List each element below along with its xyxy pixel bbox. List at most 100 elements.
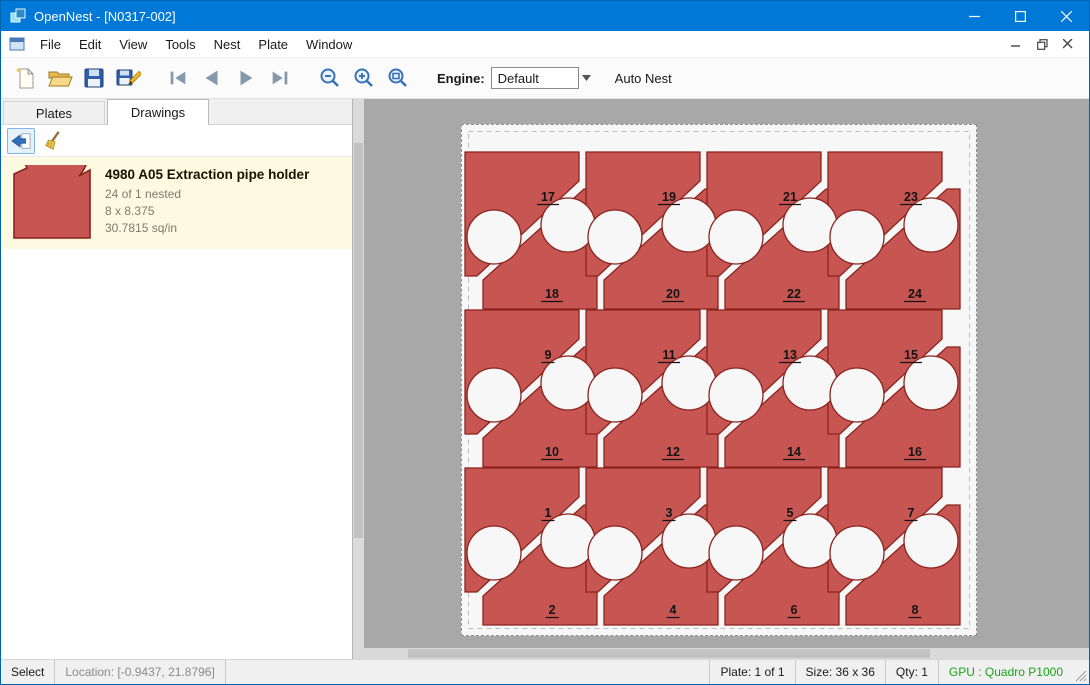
part-hole <box>588 210 642 264</box>
part-hole <box>783 356 837 410</box>
last-plate-button[interactable] <box>263 62 297 94</box>
return-part-button[interactable] <box>7 128 35 154</box>
zoom-out-icon <box>318 66 342 90</box>
resize-grip-icon[interactable] <box>1073 668 1087 682</box>
menu-item-nest[interactable]: Nest <box>205 31 250 57</box>
statusbar: Select Location: [-0.9437, 21.8796] Plat… <box>1 659 1089 684</box>
minimize-button[interactable] <box>951 1 997 31</box>
plate-sheet[interactable]: 171819202122232491011121314151612345678 <box>461 124 977 636</box>
part-number: 20 <box>666 287 680 301</box>
open-button[interactable] <box>43 62 77 94</box>
app-icon <box>10 8 26 24</box>
part-number: 4 <box>670 603 677 617</box>
auto-nest-button[interactable]: Auto Nest <box>609 68 678 89</box>
part-number: 7 <box>908 506 915 520</box>
part-number: 22 <box>787 287 801 301</box>
save-as-button[interactable] <box>111 62 145 94</box>
part-number: 16 <box>908 445 922 459</box>
mdi-close-button[interactable] <box>1055 34 1081 54</box>
next-arrow-icon <box>235 67 257 89</box>
last-arrow-icon <box>269 67 291 89</box>
part-number: 14 <box>787 445 801 459</box>
part-number: 17 <box>541 190 555 204</box>
part-number: 15 <box>904 348 918 362</box>
sidebar-tabs: Plates Drawings <box>1 99 352 125</box>
first-plate-button[interactable] <box>161 62 195 94</box>
zoom-in-icon <box>352 66 376 90</box>
drawing-nested-count: 24 of 1 nested <box>105 186 309 203</box>
nest-canvas[interactable]: 171819202122232491011121314151612345678 <box>353 99 1089 659</box>
menu-item-view[interactable]: View <box>110 31 156 57</box>
part-hole <box>904 356 958 410</box>
horizontal-scrollbar-thumb[interactable] <box>408 649 930 658</box>
part-hole <box>662 198 716 252</box>
content-area: Plates Drawings 4980 A05 Extraction pipe… <box>1 99 1089 659</box>
previous-plate-button[interactable] <box>195 62 229 94</box>
status-plate: Plate: 1 of 1 <box>710 660 794 684</box>
titlebar: OpenNest - [N0317-002] <box>1 1 1089 31</box>
new-file-button[interactable] <box>9 62 43 94</box>
mdi-restore-button[interactable] <box>1029 34 1055 54</box>
part-number: 10 <box>545 445 559 459</box>
part-hole <box>830 368 884 422</box>
vertical-scrollbar-thumb[interactable] <box>354 143 363 538</box>
mdi-minimize-button[interactable] <box>1003 34 1029 54</box>
menu-item-plate[interactable]: Plate <box>249 31 297 57</box>
part-hole <box>783 514 837 568</box>
menu-item-tools[interactable]: Tools <box>156 31 204 57</box>
document-window-icon[interactable] <box>9 36 25 52</box>
status-mode: Select <box>1 660 54 684</box>
menu-item-window[interactable]: Window <box>297 31 361 57</box>
zoom-fit-icon <box>386 66 410 90</box>
status-location: Location: [-0.9437, 21.8796] <box>55 660 224 684</box>
tab-plates[interactable]: Plates <box>3 101 105 124</box>
part-hole <box>467 368 521 422</box>
clean-button[interactable] <box>41 128 69 154</box>
vertical-scrollbar[interactable] <box>353 99 364 648</box>
drawing-dimensions: 8 x 8.375 <box>105 203 309 220</box>
part-hole <box>830 526 884 580</box>
back-arrow-icon <box>10 131 32 151</box>
part-hole <box>541 514 595 568</box>
zoom-out-button[interactable] <box>313 62 347 94</box>
part-number: 24 <box>908 287 922 301</box>
menubar: FileEditViewToolsNestPlateWindow <box>1 31 1089 58</box>
part-hole <box>588 368 642 422</box>
part-hole <box>588 526 642 580</box>
part-number: 19 <box>662 190 676 204</box>
menu-item-edit[interactable]: Edit <box>70 31 110 57</box>
tab-drawings[interactable]: Drawings <box>107 99 209 125</box>
maximize-button[interactable] <box>997 1 1043 31</box>
part-hole <box>467 210 521 264</box>
menu-item-file[interactable]: File <box>31 31 70 57</box>
part-hole <box>541 356 595 410</box>
part-number: 18 <box>545 287 559 301</box>
zoom-fit-button[interactable] <box>381 62 415 94</box>
save-button[interactable] <box>77 62 111 94</box>
engine-select[interactable]: Default <box>491 67 579 89</box>
part-number: 13 <box>783 348 797 362</box>
horizontal-scrollbar[interactable] <box>364 648 1089 659</box>
close-button[interactable] <box>1043 1 1089 31</box>
part-hole <box>541 198 595 252</box>
drawing-area: 30.7815 sq/in <box>105 220 309 237</box>
part-hole <box>904 198 958 252</box>
part-hole <box>904 514 958 568</box>
part-number: 21 <box>783 190 797 204</box>
save-edit-icon <box>115 66 141 90</box>
drawing-list-item[interactable]: 4980 A05 Extraction pipe holder 24 of 1 … <box>1 157 352 249</box>
toolbar: Engine: Default Auto Nest <box>1 58 1089 99</box>
new-file-icon <box>14 66 38 90</box>
chevron-down-icon[interactable] <box>579 67 595 89</box>
part-number: 1 <box>545 506 552 520</box>
window-title: OpenNest - [N0317-002] <box>34 9 176 24</box>
part-thumbnail <box>11 165 93 241</box>
zoom-in-button[interactable] <box>347 62 381 94</box>
part-number: 23 <box>904 190 918 204</box>
status-size: Size: 36 x 36 <box>796 660 885 684</box>
part-number: 8 <box>912 603 919 617</box>
next-plate-button[interactable] <box>229 62 263 94</box>
part-hole <box>783 198 837 252</box>
status-qty: Qty: 1 <box>886 660 938 684</box>
first-arrow-icon <box>167 67 189 89</box>
